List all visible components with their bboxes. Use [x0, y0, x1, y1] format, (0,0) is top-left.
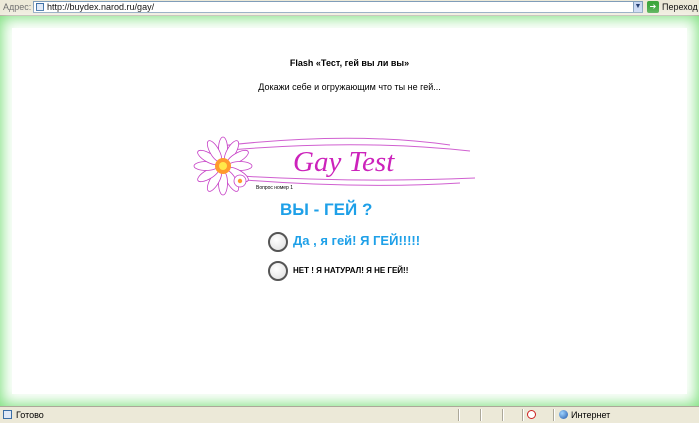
status-bar: Готово Интернет: [0, 406, 699, 423]
address-bar: Адрес: http://buydex.narod.ru/gay/ ▼ ➔ П…: [0, 0, 699, 16]
question-text: ВЫ - ГЕЙ ?: [280, 200, 373, 219]
answer-label-no[interactable]: НЕТ ! Я НАТУРАЛ! Я НЕ ГЕЙ!!: [293, 266, 408, 275]
address-input[interactable]: http://buydex.narod.ru/gay/: [33, 1, 640, 13]
go-arrow-icon: ➔: [647, 1, 659, 13]
zone-text: Интернет: [571, 410, 611, 420]
go-label: Переход: [662, 2, 698, 12]
question-number: Вопрос номер 1: [256, 185, 293, 191]
radio-button-icon[interactable]: [268, 232, 288, 252]
address-dropdown-button[interactable]: ▼: [633, 1, 643, 13]
answer-label-yes[interactable]: Да , я гей! Я ГЕЙ!!!!!: [293, 233, 420, 248]
page-viewport: Flash «Тест, гей вы ли вы» Докажи себе и…: [0, 16, 699, 406]
status-text: Готово: [16, 410, 44, 420]
status-divider: [458, 409, 460, 421]
address-url[interactable]: http://buydex.narod.ru/gay/: [47, 2, 154, 13]
status-divider: [553, 409, 555, 421]
banner-title: Gay Test: [293, 146, 395, 178]
chevron-down-icon: ▼: [634, 3, 642, 10]
internet-zone-icon: [559, 410, 568, 419]
page-subtitle: Докажи себе и огружающим что ты не гей..…: [258, 82, 441, 92]
popup-blocker-icon[interactable]: [527, 410, 536, 419]
status-divider: [480, 409, 482, 421]
small-flower-icon: [233, 174, 247, 188]
page-title: Flash «Тест, гей вы ли вы»: [289, 58, 410, 68]
status-divider: [502, 409, 504, 421]
address-label: Адрес:: [3, 2, 32, 12]
status-divider: [522, 409, 524, 421]
flash-quiz[interactable]: Gay Test Вопрос номер 1 ВЫ - ГЕЙ ? Да , …: [190, 131, 490, 331]
radio-button-icon[interactable]: [268, 261, 288, 281]
page-done-icon: [3, 410, 12, 419]
page-icon: [36, 3, 44, 11]
